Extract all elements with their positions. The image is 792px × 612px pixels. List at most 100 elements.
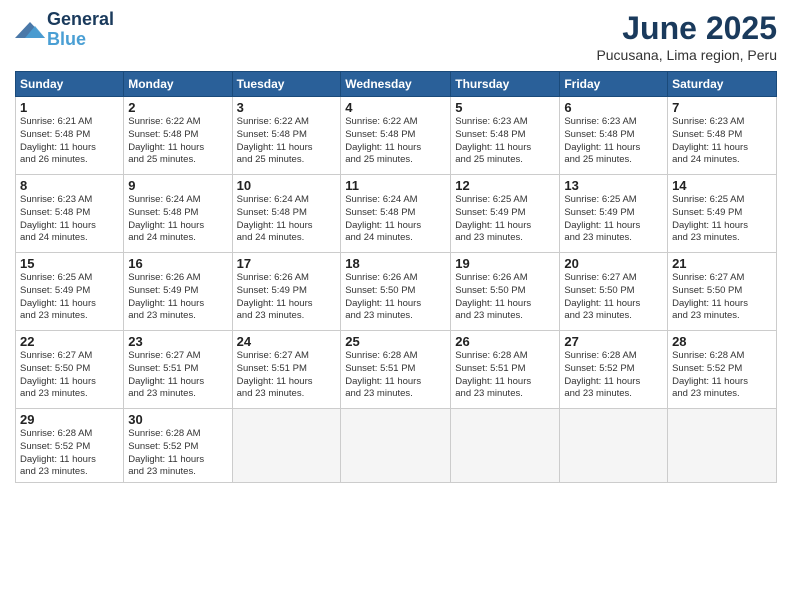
weekday-header-thursday: Thursday xyxy=(451,72,560,97)
calendar-cell: 29Sunrise: 6:28 AM Sunset: 5:52 PM Dayli… xyxy=(16,409,124,483)
day-info: Sunrise: 6:24 AM Sunset: 5:48 PM Dayligh… xyxy=(237,194,337,245)
week-row-4: 22Sunrise: 6:27 AM Sunset: 5:50 PM Dayli… xyxy=(16,331,777,409)
day-number: 24 xyxy=(237,334,337,349)
calendar-cell: 19Sunrise: 6:26 AM Sunset: 5:50 PM Dayli… xyxy=(451,253,560,331)
header: General Blue June 2025 Pucusana, Lima re… xyxy=(15,10,777,63)
day-info: Sunrise: 6:27 AM Sunset: 5:51 PM Dayligh… xyxy=(237,350,337,401)
day-info: Sunrise: 6:25 AM Sunset: 5:49 PM Dayligh… xyxy=(564,194,663,245)
calendar-cell: 17Sunrise: 6:26 AM Sunset: 5:49 PM Dayli… xyxy=(232,253,341,331)
day-info: Sunrise: 6:27 AM Sunset: 5:51 PM Dayligh… xyxy=(128,350,227,401)
weekday-header-friday: Friday xyxy=(560,72,668,97)
day-info: Sunrise: 6:24 AM Sunset: 5:48 PM Dayligh… xyxy=(345,194,446,245)
calendar-cell: 21Sunrise: 6:27 AM Sunset: 5:50 PM Dayli… xyxy=(668,253,777,331)
day-number: 18 xyxy=(345,256,446,271)
calendar-cell: 14Sunrise: 6:25 AM Sunset: 5:49 PM Dayli… xyxy=(668,175,777,253)
day-info: Sunrise: 6:28 AM Sunset: 5:51 PM Dayligh… xyxy=(455,350,555,401)
day-number: 25 xyxy=(345,334,446,349)
day-info: Sunrise: 6:28 AM Sunset: 5:52 PM Dayligh… xyxy=(20,428,119,479)
day-number: 23 xyxy=(128,334,227,349)
day-info: Sunrise: 6:28 AM Sunset: 5:52 PM Dayligh… xyxy=(128,428,227,479)
day-info: Sunrise: 6:26 AM Sunset: 5:50 PM Dayligh… xyxy=(455,272,555,323)
calendar: SundayMondayTuesdayWednesdayThursdayFrid… xyxy=(15,71,777,483)
day-info: Sunrise: 6:26 AM Sunset: 5:49 PM Dayligh… xyxy=(237,272,337,323)
week-row-2: 8Sunrise: 6:23 AM Sunset: 5:48 PM Daylig… xyxy=(16,175,777,253)
calendar-cell: 28Sunrise: 6:28 AM Sunset: 5:52 PM Dayli… xyxy=(668,331,777,409)
day-number: 8 xyxy=(20,178,119,193)
weekday-header-wednesday: Wednesday xyxy=(341,72,451,97)
day-number: 10 xyxy=(237,178,337,193)
day-number: 4 xyxy=(345,100,446,115)
week-row-1: 1Sunrise: 6:21 AM Sunset: 5:48 PM Daylig… xyxy=(16,97,777,175)
day-number: 28 xyxy=(672,334,772,349)
day-number: 17 xyxy=(237,256,337,271)
day-number: 20 xyxy=(564,256,663,271)
calendar-cell: 9Sunrise: 6:24 AM Sunset: 5:48 PM Daylig… xyxy=(124,175,232,253)
day-info: Sunrise: 6:25 AM Sunset: 5:49 PM Dayligh… xyxy=(455,194,555,245)
day-info: Sunrise: 6:22 AM Sunset: 5:48 PM Dayligh… xyxy=(237,116,337,167)
logo-line2: Blue xyxy=(47,30,114,50)
day-number: 29 xyxy=(20,412,119,427)
day-number: 5 xyxy=(455,100,555,115)
calendar-cell xyxy=(668,409,777,483)
logo-text: General Blue xyxy=(47,10,114,50)
day-number: 26 xyxy=(455,334,555,349)
day-number: 9 xyxy=(128,178,227,193)
day-number: 30 xyxy=(128,412,227,427)
calendar-cell: 20Sunrise: 6:27 AM Sunset: 5:50 PM Dayli… xyxy=(560,253,668,331)
title-area: June 2025 Pucusana, Lima region, Peru xyxy=(596,10,777,63)
calendar-cell: 11Sunrise: 6:24 AM Sunset: 5:48 PM Dayli… xyxy=(341,175,451,253)
weekday-header-row: SundayMondayTuesdayWednesdayThursdayFrid… xyxy=(16,72,777,97)
calendar-cell: 6Sunrise: 6:23 AM Sunset: 5:48 PM Daylig… xyxy=(560,97,668,175)
calendar-cell: 18Sunrise: 6:26 AM Sunset: 5:50 PM Dayli… xyxy=(341,253,451,331)
calendar-cell: 10Sunrise: 6:24 AM Sunset: 5:48 PM Dayli… xyxy=(232,175,341,253)
weekday-header-saturday: Saturday xyxy=(668,72,777,97)
calendar-cell: 1Sunrise: 6:21 AM Sunset: 5:48 PM Daylig… xyxy=(16,97,124,175)
day-info: Sunrise: 6:27 AM Sunset: 5:50 PM Dayligh… xyxy=(564,272,663,323)
day-number: 1 xyxy=(20,100,119,115)
day-info: Sunrise: 6:26 AM Sunset: 5:49 PM Dayligh… xyxy=(128,272,227,323)
calendar-cell: 12Sunrise: 6:25 AM Sunset: 5:49 PM Dayli… xyxy=(451,175,560,253)
calendar-cell xyxy=(341,409,451,483)
calendar-cell: 23Sunrise: 6:27 AM Sunset: 5:51 PM Dayli… xyxy=(124,331,232,409)
logo: General Blue xyxy=(15,10,114,50)
day-info: Sunrise: 6:28 AM Sunset: 5:52 PM Dayligh… xyxy=(564,350,663,401)
day-info: Sunrise: 6:27 AM Sunset: 5:50 PM Dayligh… xyxy=(672,272,772,323)
weekday-header-sunday: Sunday xyxy=(16,72,124,97)
day-info: Sunrise: 6:23 AM Sunset: 5:48 PM Dayligh… xyxy=(672,116,772,167)
calendar-cell: 25Sunrise: 6:28 AM Sunset: 5:51 PM Dayli… xyxy=(341,331,451,409)
calendar-cell: 30Sunrise: 6:28 AM Sunset: 5:52 PM Dayli… xyxy=(124,409,232,483)
day-number: 7 xyxy=(672,100,772,115)
weekday-header-monday: Monday xyxy=(124,72,232,97)
day-number: 2 xyxy=(128,100,227,115)
calendar-cell: 2Sunrise: 6:22 AM Sunset: 5:48 PM Daylig… xyxy=(124,97,232,175)
calendar-cell: 7Sunrise: 6:23 AM Sunset: 5:48 PM Daylig… xyxy=(668,97,777,175)
day-info: Sunrise: 6:24 AM Sunset: 5:48 PM Dayligh… xyxy=(128,194,227,245)
day-info: Sunrise: 6:28 AM Sunset: 5:52 PM Dayligh… xyxy=(672,350,772,401)
calendar-cell: 4Sunrise: 6:22 AM Sunset: 5:48 PM Daylig… xyxy=(341,97,451,175)
calendar-cell: 15Sunrise: 6:25 AM Sunset: 5:49 PM Dayli… xyxy=(16,253,124,331)
day-number: 21 xyxy=(672,256,772,271)
calendar-cell xyxy=(232,409,341,483)
day-info: Sunrise: 6:23 AM Sunset: 5:48 PM Dayligh… xyxy=(455,116,555,167)
calendar-cell: 27Sunrise: 6:28 AM Sunset: 5:52 PM Dayli… xyxy=(560,331,668,409)
day-info: Sunrise: 6:23 AM Sunset: 5:48 PM Dayligh… xyxy=(20,194,119,245)
calendar-cell: 22Sunrise: 6:27 AM Sunset: 5:50 PM Dayli… xyxy=(16,331,124,409)
day-number: 13 xyxy=(564,178,663,193)
calendar-cell: 16Sunrise: 6:26 AM Sunset: 5:49 PM Dayli… xyxy=(124,253,232,331)
calendar-cell: 24Sunrise: 6:27 AM Sunset: 5:51 PM Dayli… xyxy=(232,331,341,409)
weekday-header-tuesday: Tuesday xyxy=(232,72,341,97)
day-info: Sunrise: 6:25 AM Sunset: 5:49 PM Dayligh… xyxy=(672,194,772,245)
day-number: 15 xyxy=(20,256,119,271)
calendar-cell xyxy=(451,409,560,483)
calendar-cell: 8Sunrise: 6:23 AM Sunset: 5:48 PM Daylig… xyxy=(16,175,124,253)
day-info: Sunrise: 6:26 AM Sunset: 5:50 PM Dayligh… xyxy=(345,272,446,323)
location-subtitle: Pucusana, Lima region, Peru xyxy=(596,47,777,63)
day-number: 14 xyxy=(672,178,772,193)
month-title: June 2025 xyxy=(596,10,777,47)
logo-line1: General xyxy=(47,10,114,30)
day-number: 11 xyxy=(345,178,446,193)
day-number: 27 xyxy=(564,334,663,349)
calendar-cell: 3Sunrise: 6:22 AM Sunset: 5:48 PM Daylig… xyxy=(232,97,341,175)
week-row-3: 15Sunrise: 6:25 AM Sunset: 5:49 PM Dayli… xyxy=(16,253,777,331)
day-number: 6 xyxy=(564,100,663,115)
